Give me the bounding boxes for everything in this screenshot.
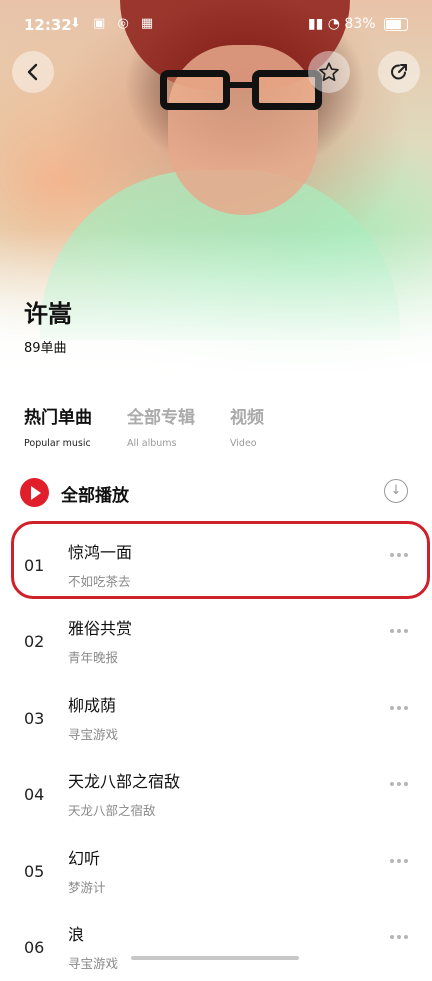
song-title: 幻听 — [68, 849, 101, 868]
song-number: 04 — [24, 785, 45, 804]
more-icon[interactable] — [390, 704, 410, 712]
notification-icons: ⬇ ▣ ◎ ▦ — [70, 16, 158, 31]
song-title: 天龙八部之宿敌 — [68, 772, 181, 791]
song-title: 浪 — [68, 925, 85, 944]
song-album: 梦游计 — [68, 880, 106, 895]
signal-icon: ▮▮ — [307, 16, 324, 32]
song-album: 青年晚报 — [68, 650, 119, 665]
tab-video[interactable]: 视频 Video — [230, 403, 264, 449]
tab-popular-music[interactable]: 热门单曲 Popular music — [24, 403, 92, 449]
song-count: 89单曲 — [24, 341, 67, 356]
status-right: ▮▮ ◔ 83% — [308, 16, 408, 32]
play-icon[interactable] — [20, 478, 49, 507]
song-album: 不如吃茶去 — [68, 574, 131, 589]
artist-name: 许嵩 — [24, 300, 72, 328]
back-button[interactable] — [12, 51, 54, 93]
status-bar: 12:32 ⬇ ▣ ◎ ▦ ▮▮ ◔ 83% — [0, 0, 432, 50]
song-number: 05 — [24, 862, 45, 881]
more-icon[interactable] — [390, 551, 410, 559]
more-icon[interactable] — [390, 933, 410, 941]
tab-sublabel: Popular music — [24, 438, 91, 449]
song-row[interactable]: 04 天龙八部之宿敌 天龙八部之宿敌 — [0, 752, 432, 828]
chevron-left-icon — [27, 63, 38, 81]
wifi-icon: ◔ — [327, 16, 340, 32]
song-number: 02 — [24, 632, 45, 651]
song-title: 惊鸿一面 — [68, 543, 133, 562]
tab-sublabel: Video — [230, 438, 257, 449]
share-button[interactable] — [378, 51, 420, 93]
song-album: 寻宝游戏 — [68, 727, 119, 742]
status-time: 12:32 — [24, 16, 72, 34]
download-icon[interactable]: ↓ — [384, 479, 408, 503]
more-icon[interactable] — [390, 780, 410, 788]
artist-cover-image — [0, 0, 432, 390]
tab-label: 热门单曲 — [24, 408, 92, 428]
song-album: 寻宝游戏 — [68, 956, 119, 971]
song-row[interactable]: 03 柳成荫 寻宝游戏 — [0, 676, 432, 752]
song-row[interactable]: 06 浪 寻宝游戏 — [0, 905, 432, 981]
cover-glasses — [160, 70, 325, 112]
song-title: 雅俗共赏 — [68, 619, 133, 638]
more-icon[interactable] — [390, 627, 410, 635]
star-icon — [319, 62, 339, 82]
song-title: 柳成荫 — [68, 696, 117, 715]
song-number: 06 — [24, 938, 45, 957]
play-all-label[interactable]: 全部播放 — [61, 481, 129, 506]
tab-label: 全部专辑 — [127, 408, 195, 428]
share-icon — [391, 64, 407, 80]
song-row[interactable]: 01 惊鸿一面 不如吃茶去 — [0, 523, 432, 599]
home-indicator — [131, 956, 299, 960]
tab-sublabel: All albums — [127, 438, 177, 449]
tab-all-albums[interactable]: 全部专辑 All albums — [127, 403, 195, 449]
favorite-button[interactable] — [308, 51, 350, 93]
song-album: 天龙八部之宿敌 — [68, 803, 156, 818]
battery-percent: 83% — [344, 16, 376, 32]
song-row[interactable]: 05 幻听 梦游计 — [0, 829, 432, 905]
more-icon[interactable] — [390, 857, 410, 865]
play-all-row[interactable]: 全部播放 ↓ — [20, 478, 412, 508]
song-number: 03 — [24, 709, 45, 728]
song-row[interactable]: 02 雅俗共赏 青年晚报 — [0, 599, 432, 675]
song-number: 01 — [24, 556, 45, 575]
tab-label: 视频 — [230, 408, 264, 428]
battery-icon — [384, 17, 408, 31]
